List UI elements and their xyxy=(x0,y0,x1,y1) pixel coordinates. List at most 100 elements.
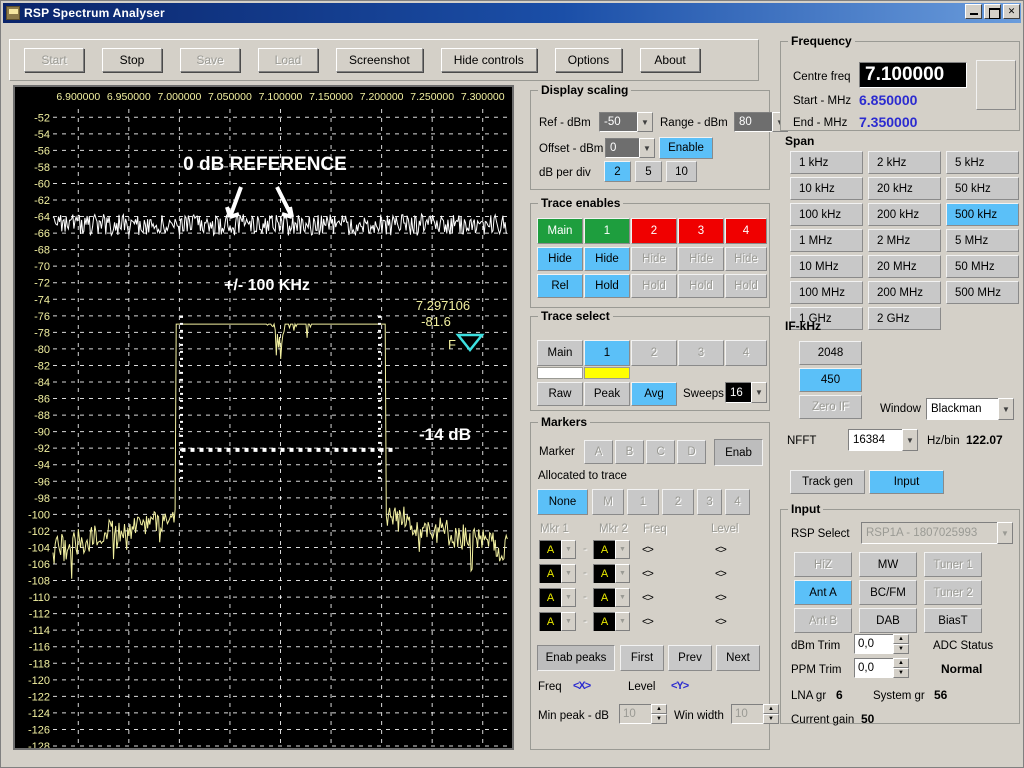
trace-mode-peak[interactable]: Peak xyxy=(584,382,630,406)
mkr1-row1-value[interactable]: A xyxy=(539,564,561,583)
marker-enab-button[interactable]: Enab xyxy=(714,439,763,466)
trace-hold-3[interactable]: Hold xyxy=(678,274,724,298)
nfft-value[interactable]: 16384 xyxy=(848,429,902,451)
chevron-down-icon[interactable]: ▼ xyxy=(561,588,576,607)
span-button-2-khz[interactable]: 2 kHz xyxy=(868,151,941,174)
screenshot-button[interactable]: Screenshot xyxy=(336,48,423,72)
mkr1-row2-combo[interactable]: A ▼ xyxy=(539,588,576,607)
offset-dbm-value[interactable]: 0 xyxy=(605,138,639,158)
span-button-100-khz[interactable]: 100 kHz xyxy=(790,203,863,226)
chevron-down-icon[interactable]: ▼ xyxy=(561,540,576,559)
span-button-500-khz[interactable]: 500 kHz xyxy=(946,203,1019,226)
input-tuner2-button[interactable]: Tuner 2 xyxy=(924,580,982,605)
trace-mode-raw[interactable]: Raw xyxy=(537,382,583,406)
trace-select-4[interactable]: 4 xyxy=(725,340,767,366)
start-button[interactable]: Start xyxy=(24,48,84,72)
marker-b-button[interactable]: B xyxy=(615,440,644,464)
span-button-200-khz[interactable]: 200 kHz xyxy=(868,203,941,226)
trace-hold-main[interactable]: Rel xyxy=(537,274,583,298)
trace-select-main[interactable]: Main xyxy=(537,340,583,366)
rsp-select-value[interactable]: RSP1A - 1807025993 xyxy=(861,522,997,544)
span-button-200-mhz[interactable]: 200 MHz xyxy=(868,281,941,304)
input-mode-button[interactable]: Input xyxy=(869,470,944,494)
rsp-select-combo[interactable]: RSP1A - 1807025993 ▼ xyxy=(861,522,1013,544)
spin-down-icon[interactable]: ▼ xyxy=(893,668,909,678)
offset-enable-button[interactable]: Enable xyxy=(659,137,713,159)
chevron-down-icon[interactable]: ▼ xyxy=(902,429,918,451)
mkr2-row0-combo[interactable]: A ▼ xyxy=(593,540,630,559)
span-button-2-mhz[interactable]: 2 MHz xyxy=(868,229,941,252)
ppm-trim-spin-arrows[interactable]: ▲ ▼ xyxy=(893,658,909,678)
dbm-trim-spin-arrows[interactable]: ▲ ▼ xyxy=(893,634,909,654)
spin-down-icon[interactable]: ▼ xyxy=(763,714,779,724)
chevron-down-icon[interactable]: ▼ xyxy=(615,612,630,631)
input-tuner1-button[interactable]: Tuner 1 xyxy=(924,552,982,577)
range-dbm-value[interactable]: 80 xyxy=(734,112,772,132)
trace-hold-2[interactable]: Hold xyxy=(631,274,677,298)
mkr1-row1-combo[interactable]: A ▼ xyxy=(539,564,576,583)
ppm-trim-stepper[interactable]: 0,0 ▲ ▼ xyxy=(854,658,909,678)
span-button-2-ghz[interactable]: 2 GHz xyxy=(868,307,941,330)
trace-select-1[interactable]: 1 xyxy=(584,340,630,366)
span-button-500-mhz[interactable]: 500 MHz xyxy=(946,281,1019,304)
mkr2-row2-value[interactable]: A xyxy=(593,588,615,607)
db-per-div-2[interactable]: 2 xyxy=(604,161,631,182)
dbm-trim-value[interactable]: 0,0 xyxy=(854,634,893,654)
chevron-down-icon[interactable]: ▼ xyxy=(615,540,630,559)
chevron-down-icon[interactable]: ▼ xyxy=(561,564,576,583)
span-button-20-khz[interactable]: 20 kHz xyxy=(868,177,941,200)
chevron-down-icon[interactable]: ▼ xyxy=(997,522,1013,544)
alloc-3-button[interactable]: 3 xyxy=(697,489,722,515)
input-biast-button[interactable]: BiasT xyxy=(924,608,982,633)
span-button-100-mhz[interactable]: 100 MHz xyxy=(790,281,863,304)
trace-mode-avg[interactable]: Avg xyxy=(631,382,677,406)
chevron-down-icon[interactable]: ▼ xyxy=(998,398,1014,420)
spin-up-icon[interactable]: ▲ xyxy=(763,704,779,714)
trace-enable-3[interactable]: 3 xyxy=(678,218,724,244)
span-button-50-khz[interactable]: 50 kHz xyxy=(946,177,1019,200)
db-per-div-5[interactable]: 5 xyxy=(635,161,662,182)
trace-enable-main[interactable]: Main xyxy=(537,218,583,244)
span-button-10-mhz[interactable]: 10 MHz xyxy=(790,255,863,278)
nfft-combo[interactable]: 16384 ▼ xyxy=(848,429,918,451)
window-value[interactable]: Blackman xyxy=(926,398,998,420)
span-button-5-mhz[interactable]: 5 MHz xyxy=(946,229,1019,252)
input-dab-button[interactable]: DAB xyxy=(859,608,917,633)
ref-dbm-value[interactable]: -50 xyxy=(599,112,637,132)
alloc-1-button[interactable]: 1 xyxy=(627,489,659,515)
minimize-icon[interactable] xyxy=(965,4,982,19)
mkr2-row3-combo[interactable]: A ▼ xyxy=(593,612,630,631)
track-gen-button[interactable]: Track gen xyxy=(790,470,865,494)
spin-up-icon[interactable]: ▲ xyxy=(651,704,667,714)
frequency-keypad-display[interactable] xyxy=(976,60,1016,110)
options-button[interactable]: Options xyxy=(554,48,623,72)
marker-d-button[interactable]: D xyxy=(677,440,706,464)
mkr1-row0-value[interactable]: A xyxy=(539,540,561,559)
min-peak-stepper[interactable]: 10 ▲ ▼ xyxy=(619,704,667,724)
trace-select-2[interactable]: 2 xyxy=(631,340,677,366)
sweeps-combo[interactable]: 16 ▼ xyxy=(725,382,767,403)
chevron-down-icon[interactable]: ▼ xyxy=(615,564,630,583)
trace-hide-3[interactable]: Hide xyxy=(678,247,724,271)
alloc-m-button[interactable]: M xyxy=(592,489,624,515)
input-ant-b-button[interactable]: Ant B xyxy=(794,608,852,633)
db-per-div-10[interactable]: 10 xyxy=(666,161,697,182)
mkr2-row0-value[interactable]: A xyxy=(593,540,615,559)
spin-down-icon[interactable]: ▼ xyxy=(893,644,909,654)
mkr1-row2-value[interactable]: A xyxy=(539,588,561,607)
trace-enable-4[interactable]: 4 xyxy=(725,218,767,244)
trace-color-swatch-1[interactable] xyxy=(584,367,630,379)
mkr1-row3-combo[interactable]: A ▼ xyxy=(539,612,576,631)
span-button-1-mhz[interactable]: 1 MHz xyxy=(790,229,863,252)
next-peak-button[interactable]: Next xyxy=(716,645,760,671)
spin-up-icon[interactable]: ▲ xyxy=(893,658,909,668)
load-button[interactable]: Load xyxy=(258,48,318,72)
span-button-5-khz[interactable]: 5 kHz xyxy=(946,151,1019,174)
window-combo[interactable]: Blackman ▼ xyxy=(926,398,1014,420)
trace-hold-4[interactable]: Hold xyxy=(725,274,767,298)
ppm-trim-value[interactable]: 0,0 xyxy=(854,658,893,678)
mkr2-row3-value[interactable]: A xyxy=(593,612,615,631)
stop-button[interactable]: Stop xyxy=(102,48,162,72)
marker-c-button[interactable]: C xyxy=(646,440,675,464)
alloc-4-button[interactable]: 4 xyxy=(725,489,750,515)
